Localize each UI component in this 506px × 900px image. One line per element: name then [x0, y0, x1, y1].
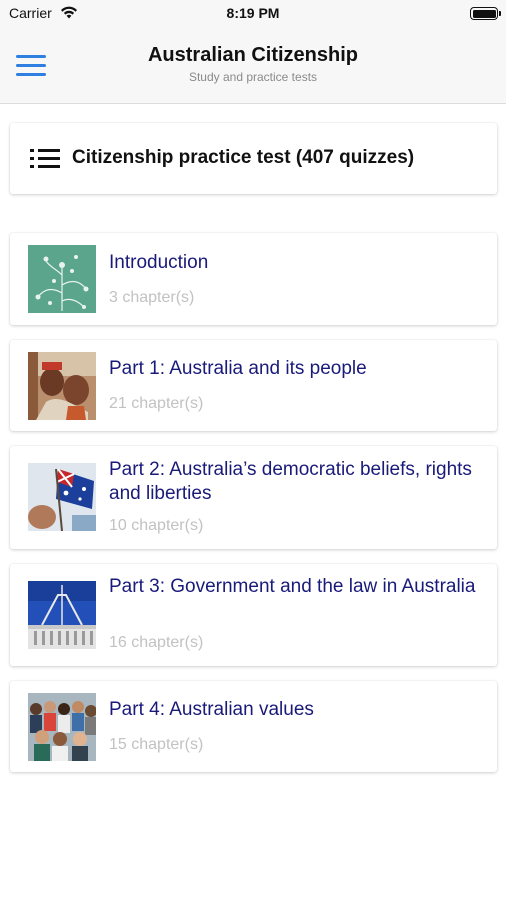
status-bar: Carrier 8:19 PM — [0, 0, 506, 28]
chapter-count: 21 chapter(s) — [109, 395, 204, 412]
chapter-item-part-1[interactable]: Part 1: Australia and its people 21 chap… — [10, 340, 497, 431]
chapter-count: 10 chapter(s) — [109, 517, 204, 534]
chapter-item-part-3[interactable]: Part 3: Government and the law in Austra… — [10, 564, 497, 666]
group-of-people-image — [28, 693, 96, 761]
chapter-count: 15 chapter(s) — [109, 736, 204, 753]
chapter-title: Part 3: Government and the law in Austra… — [109, 576, 476, 597]
page-subtitle: Study and practice tests — [188, 70, 318, 84]
wattle-pattern-image — [28, 245, 96, 313]
chapter-title: Part 4: Australian values — [109, 699, 314, 720]
page-title: Australian Citizenship — [147, 44, 359, 66]
aboriginal-people-image — [28, 352, 96, 420]
chapter-item-introduction[interactable]: Introduction 3 chapter(s) — [10, 233, 497, 325]
practice-test-button[interactable]: Citizenship practice test (407 quizzes) — [10, 123, 497, 194]
chapter-title: Part 1: Australia and its people — [109, 358, 367, 379]
chapter-item-part-4[interactable]: Part 4: Australian values 15 chapter(s) — [10, 681, 497, 772]
chapter-count: 16 chapter(s) — [109, 634, 204, 651]
chapter-count: 3 chapter(s) — [109, 289, 195, 306]
practice-test-label: Citizenship practice test (407 quizzes) — [72, 147, 415, 168]
parliament-house-image — [28, 581, 96, 649]
list-icon — [30, 149, 60, 168]
navigation-bar: Australian Citizenship Study and practic… — [0, 28, 506, 104]
chapter-title: Part 2: Australia’s democratic beliefs, … — [109, 459, 472, 504]
battery-icon — [470, 7, 501, 20]
status-time: 8:19 PM — [226, 5, 280, 21]
australian-flag-image — [28, 463, 96, 531]
chapter-title: Introduction — [109, 252, 209, 273]
chapter-item-part-2[interactable]: Part 2: Australia’s democratic beliefs, … — [10, 446, 497, 549]
